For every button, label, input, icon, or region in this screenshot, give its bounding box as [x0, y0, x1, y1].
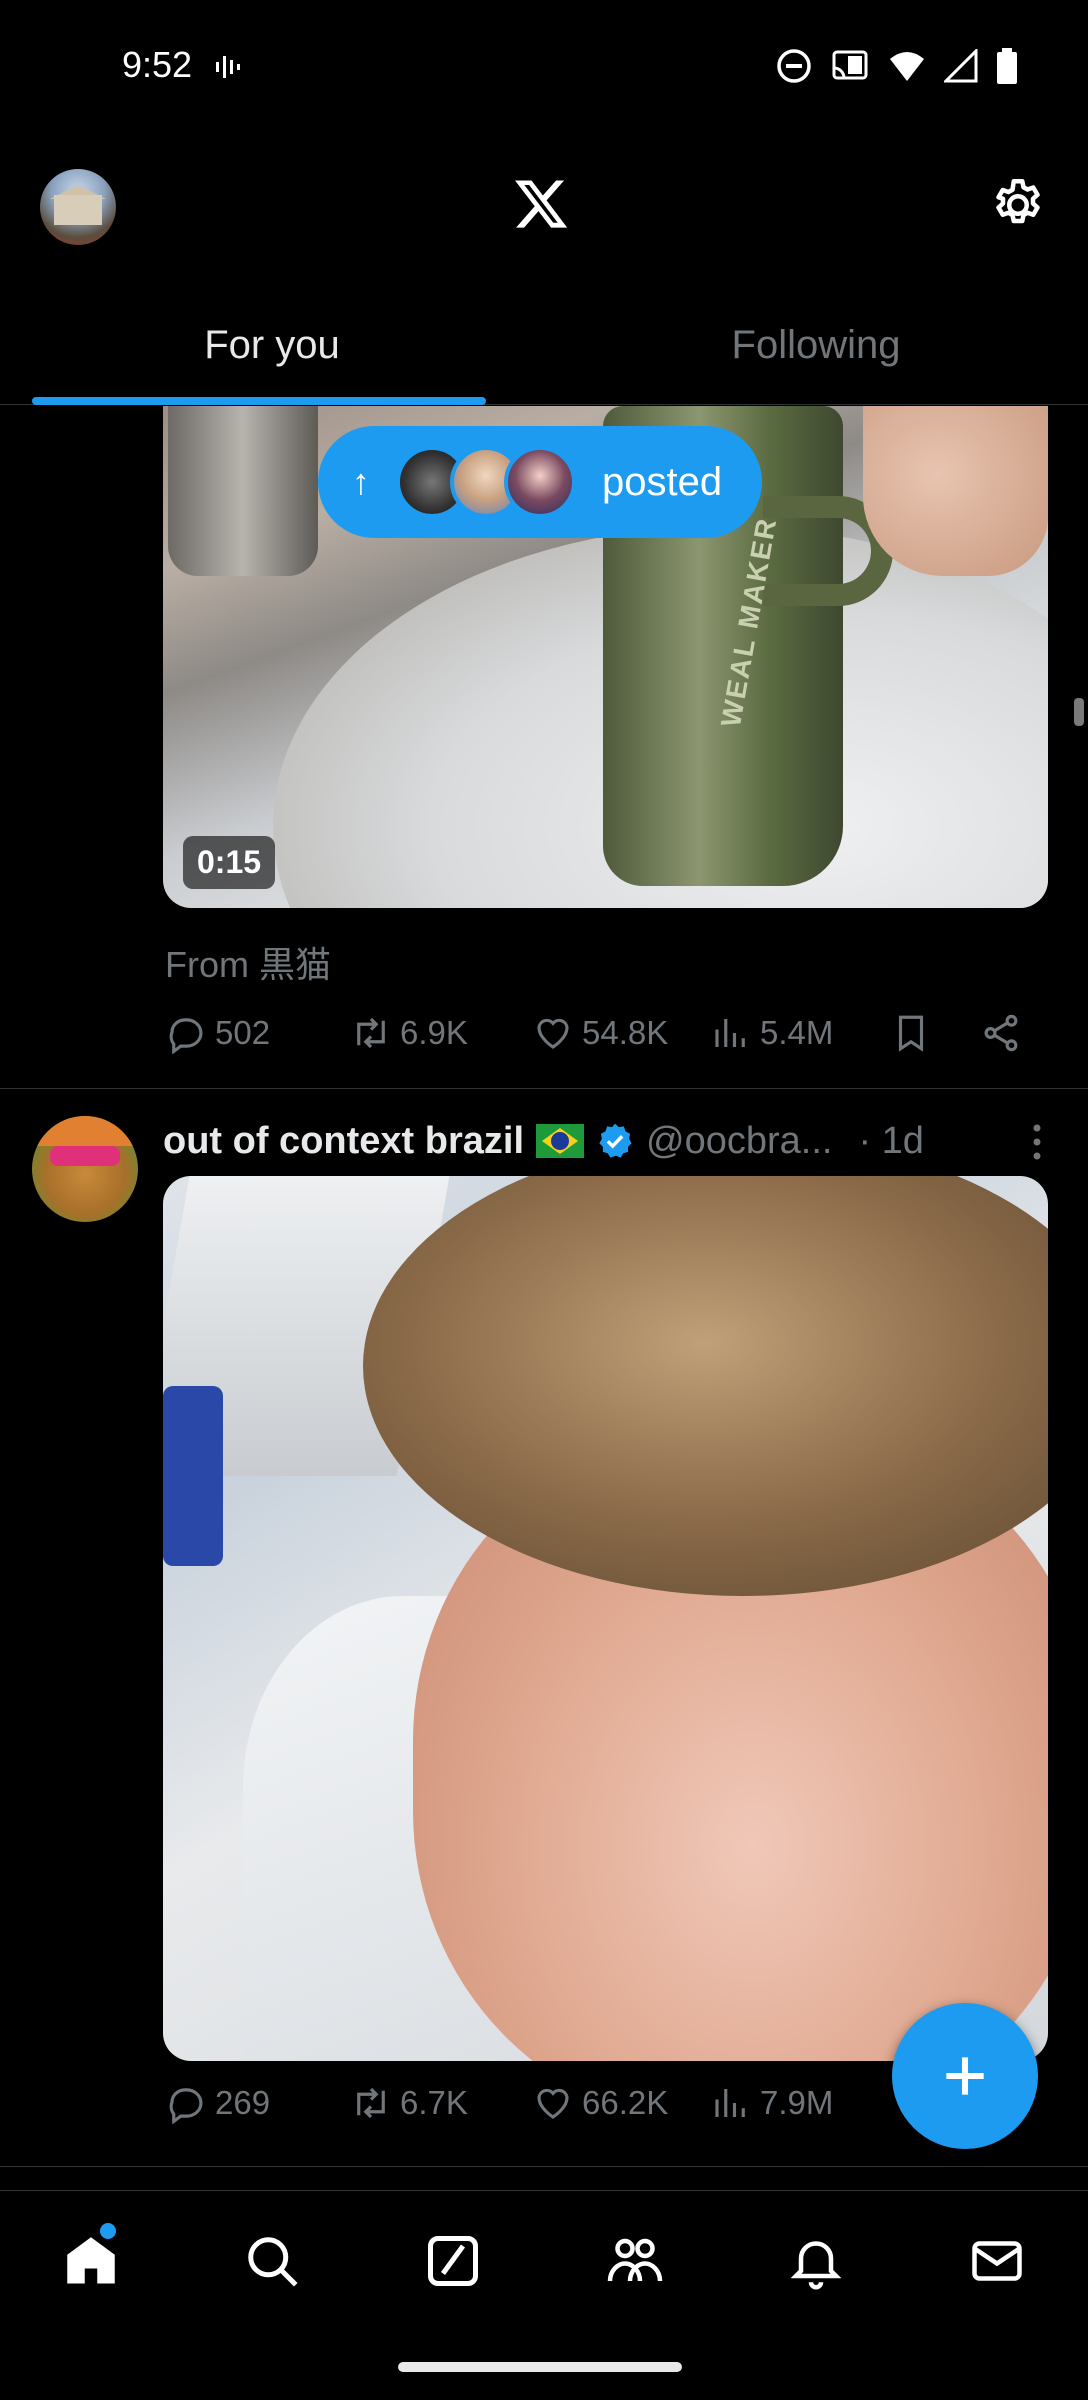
views-button[interactable]: 5.4M	[710, 1012, 833, 1054]
share-icon	[984, 1014, 1018, 1052]
brazil-flag-icon	[536, 1124, 584, 1158]
repost-count: 6.9K	[400, 1014, 468, 1051]
new-posts-pill[interactable]: ↑ posted	[318, 426, 762, 538]
signal-icon	[944, 49, 978, 83]
post2-video[interactable]	[163, 1176, 1048, 2061]
tab-for-you-label: For you	[204, 322, 340, 367]
status-icons	[776, 48, 1018, 84]
x-logo-icon[interactable]	[512, 175, 570, 233]
new-posts-label: posted	[602, 459, 723, 504]
timeline-feed[interactable]: WEAL MAKER 0:15 ↑ posted From 黒猫 502 6.9…	[0, 406, 1088, 2186]
bookmark-icon	[898, 1015, 924, 1052]
reply-count: 269	[215, 2084, 271, 2121]
post1-attribution[interactable]: From 黒猫	[165, 936, 331, 988]
post1-actions: 502 6.9K 54.8K 5.4M	[165, 1006, 1045, 1066]
pill-avatars	[396, 446, 576, 518]
heart-icon	[537, 1018, 569, 1049]
like-button[interactable]: 66.2K	[532, 2082, 668, 2124]
tab-following-label: Following	[731, 322, 901, 367]
more-options-icon[interactable]	[1031, 1122, 1043, 1162]
reply-button[interactable]: 269	[165, 2082, 270, 2124]
search-icon	[248, 2236, 298, 2287]
nav-communities[interactable]	[544, 2191, 725, 2330]
reply-button[interactable]: 502	[165, 1012, 270, 1054]
communities-icon	[607, 2238, 662, 2281]
top-header	[0, 135, 1088, 270]
post-timestamp[interactable]: · 1d	[858, 1120, 923, 1163]
compose-post-button[interactable]	[892, 2003, 1038, 2149]
profile-avatar[interactable]	[40, 169, 116, 245]
views-button[interactable]: 7.9M	[710, 2082, 833, 2124]
views-chart-icon	[715, 2089, 745, 2117]
views-chart-icon	[715, 1019, 745, 1047]
home-indicator[interactable]	[398, 2362, 682, 2372]
messages-icon	[972, 2240, 1023, 2281]
settings-gear-icon[interactable]	[988, 175, 1048, 235]
feed-tabs: For you Following	[0, 285, 1088, 405]
arrow-up-icon: ↑	[352, 461, 370, 502]
like-count: 54.8K	[582, 1014, 669, 1051]
author-handle[interactable]: @oocbra...	[646, 1120, 832, 1163]
notification-dot	[100, 2223, 116, 2239]
post2-author-avatar[interactable]	[32, 1116, 138, 1222]
heart-icon	[537, 2088, 569, 2119]
scrollbar[interactable]	[1074, 698, 1084, 726]
repost-button[interactable]: 6.9K	[350, 1012, 468, 1054]
reply-icon	[169, 1018, 203, 1054]
home-icon	[66, 2236, 115, 2283]
reply-count: 502	[215, 1014, 271, 1051]
nav-home[interactable]	[0, 2191, 181, 2330]
status-time: 9:52	[122, 44, 193, 85]
nav-messages[interactable]	[907, 2191, 1088, 2330]
nav-grok[interactable]	[363, 2191, 544, 2330]
like-count: 66.2K	[582, 2084, 669, 2121]
views-count: 5.4M	[760, 1014, 834, 1051]
status-bar: 9:52	[0, 0, 1088, 135]
nav-notifications[interactable]	[725, 2191, 906, 2330]
repost-icon	[357, 1017, 385, 1049]
battery-icon	[997, 48, 1017, 84]
do-not-disturb-icon	[777, 49, 811, 83]
post2-header: out of context brazil @oocbra... · 1d	[163, 1106, 1043, 1176]
notifications-icon	[790, 2240, 842, 2289]
post-divider	[0, 2166, 1088, 2167]
repost-button[interactable]: 6.7K	[350, 2082, 468, 2124]
bottom-navigation	[0, 2190, 1088, 2330]
cast-icon	[832, 50, 868, 80]
bookmark-button[interactable]	[890, 1012, 932, 1054]
sound-wave-icon	[216, 56, 240, 78]
nav-search[interactable]	[181, 2191, 362, 2330]
author-display-name[interactable]: out of context brazil	[163, 1120, 524, 1163]
wifi-icon	[890, 52, 924, 81]
post-divider	[0, 1088, 1088, 1089]
tab-for-you[interactable]: For you	[0, 285, 544, 405]
avatar	[504, 446, 576, 518]
grok-icon	[428, 2235, 479, 2286]
verified-badge-icon	[599, 1123, 632, 1158]
repost-count: 6.7K	[400, 2084, 468, 2121]
reply-icon	[169, 2088, 203, 2124]
like-button[interactable]: 54.8K	[532, 1012, 668, 1054]
tab-following[interactable]: Following	[544, 285, 1088, 405]
active-tab-indicator	[32, 397, 486, 405]
video-duration: 0:15	[183, 836, 276, 889]
share-button[interactable]	[980, 1012, 1022, 1054]
views-count: 7.9M	[760, 2084, 834, 2121]
repost-icon	[357, 2087, 385, 2119]
plus-icon	[946, 2057, 984, 2095]
